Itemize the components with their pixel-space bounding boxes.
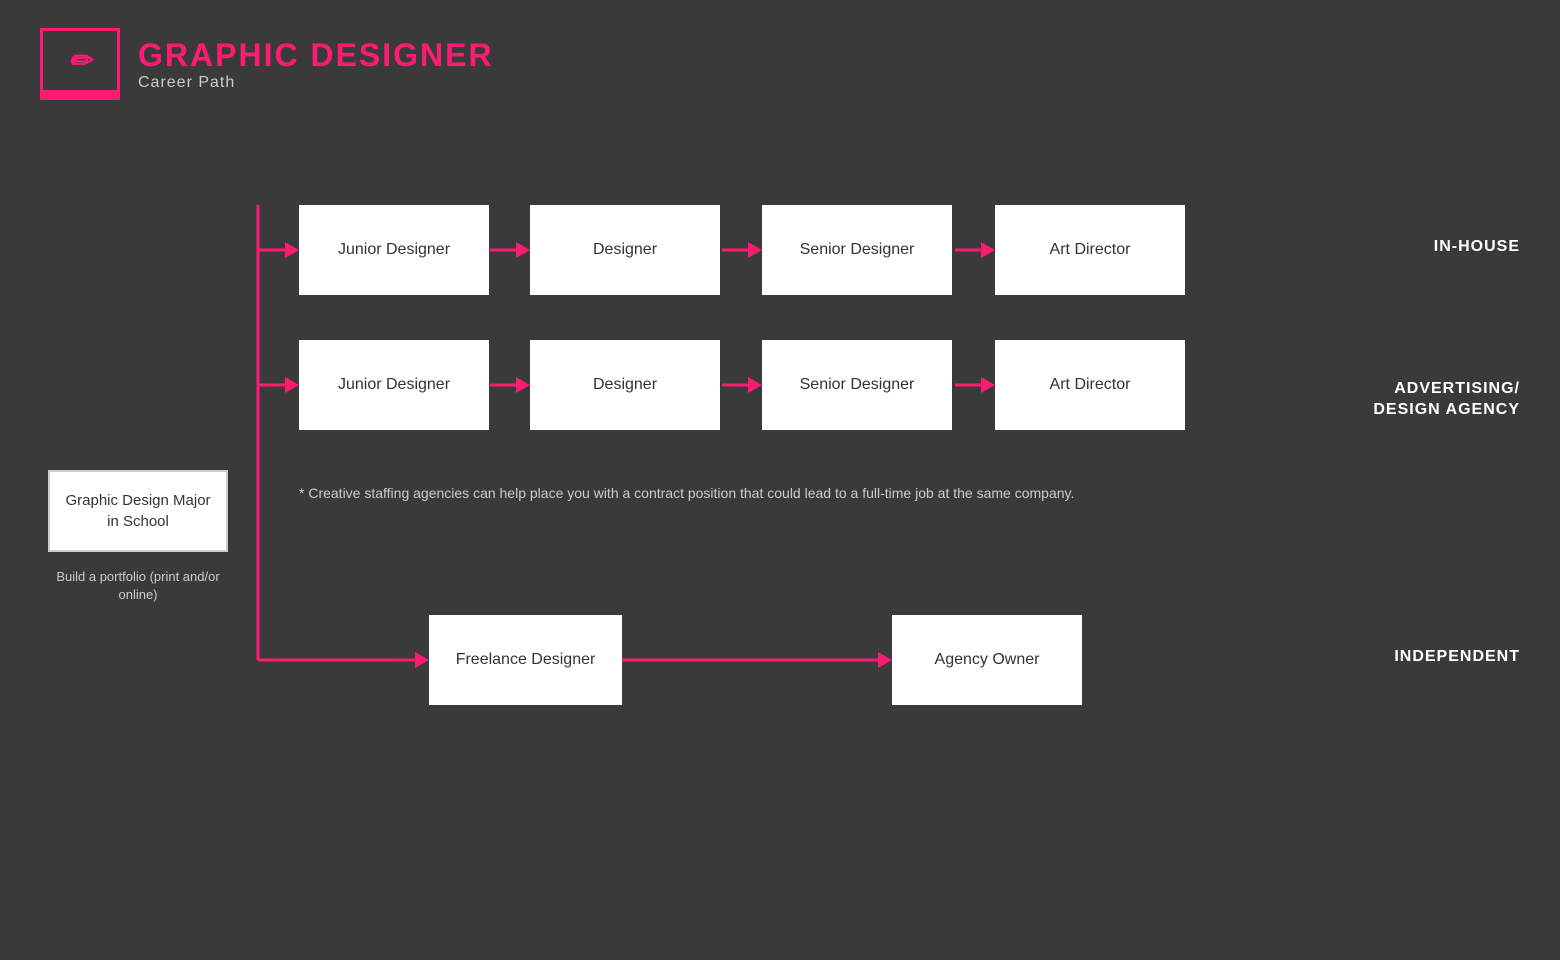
inhouse-designer: Designer — [530, 205, 720, 295]
inhouse-junior-designer: Junior Designer — [299, 205, 489, 295]
title-group: GRAPHIC DESIGNER Career Path — [138, 37, 494, 92]
agency-owner: Agency Owner — [892, 615, 1082, 705]
freelance-designer: Freelance Designer — [429, 615, 622, 705]
agency-designer: Designer — [530, 340, 720, 430]
agency-art-director: Art Director — [995, 340, 1185, 430]
agency-senior-designer: Senior Designer — [762, 340, 952, 430]
start-label: Build a portfolio (print and/or online) — [48, 568, 228, 604]
career-path-diagram: Graphic Design Major in School Build a p… — [0, 140, 1560, 960]
independent-label: INDEPENDENT — [1394, 647, 1520, 668]
logo-icon: ✏ — [68, 44, 91, 77]
sub-title: Career Path — [138, 74, 494, 92]
agency-label: ADVERTISING/DESIGN AGENCY — [1373, 358, 1520, 420]
header: ✏ GRAPHIC DESIGNER Career Path — [0, 0, 1560, 128]
agency-junior-designer: Junior Designer — [299, 340, 489, 430]
main-title: GRAPHIC DESIGNER — [138, 37, 494, 74]
start-box-label: Graphic Design Major in School — [65, 492, 210, 530]
logo-box: ✏ — [40, 28, 120, 100]
inhouse-art-director: Art Director — [995, 205, 1185, 295]
inhouse-label: IN-HOUSE — [1434, 237, 1520, 258]
note-text: * Creative staffing agencies can help pl… — [299, 485, 1074, 501]
start-box: Graphic Design Major in School — [48, 470, 228, 552]
start-node: Graphic Design Major in School Build a p… — [48, 470, 228, 604]
inhouse-senior-designer: Senior Designer — [762, 205, 952, 295]
